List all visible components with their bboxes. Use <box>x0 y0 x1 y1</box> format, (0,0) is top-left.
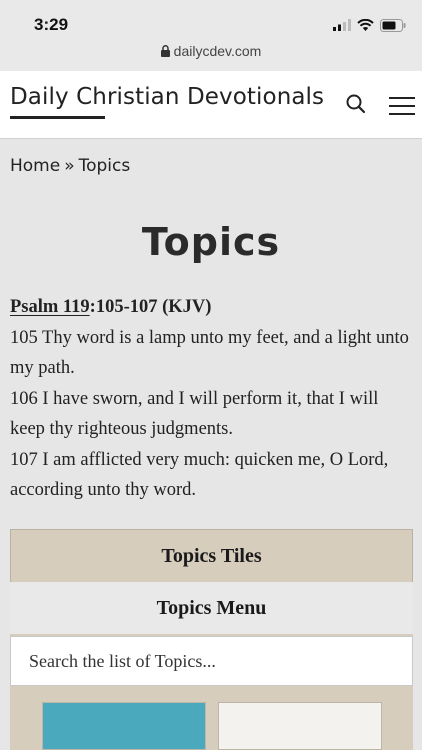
verse-105: 105 Thy word is a lamp unto my feet, and… <box>10 327 409 379</box>
scripture-passage: Psalm 119:105-107 (KJV) 105 Thy word is … <box>10 292 415 506</box>
address-bar[interactable]: dailycdev.com <box>0 43 422 59</box>
breadcrumb-current: Topics <box>78 156 131 176</box>
scripture-reference: Psalm 119:105-107 (KJV) <box>10 292 415 323</box>
psalm-link[interactable]: Psalm 119 <box>10 297 90 317</box>
wifi-icon <box>357 19 374 31</box>
hamburger-menu-icon[interactable] <box>389 96 415 116</box>
site-title-link[interactable]: Daily Christian Devotionals <box>10 84 324 110</box>
breadcrumb-home-link[interactable]: Home <box>10 156 60 176</box>
topic-tile[interactable] <box>42 702 206 750</box>
lock-icon <box>160 45 170 57</box>
search-icon[interactable] <box>345 93 367 115</box>
reference-verses: :105-107 (KJV) <box>89 297 212 317</box>
battery-icon <box>380 18 406 32</box>
breadcrumb-separator: » <box>64 156 75 176</box>
tab-topics-menu[interactable]: Topics Menu <box>10 582 413 634</box>
browser-status-bar: 3:29 dailycdev.com <box>0 0 422 71</box>
verse-107: 107 I am afflicted very much: quicken me… <box>10 449 389 501</box>
status-icons <box>333 18 406 32</box>
title-underline <box>10 116 105 119</box>
breadcrumb: Home» Topics <box>10 156 130 176</box>
topic-tile[interactable] <box>218 702 382 750</box>
verse-106: 106 I have sworn, and I will perform it,… <box>10 388 379 440</box>
page-title: Topics <box>141 220 281 264</box>
url-text: dailycdev.com <box>173 43 262 59</box>
status-time: 3:29 <box>34 15 69 34</box>
cellular-signal-icon <box>333 19 351 31</box>
topics-search-input[interactable]: Search the list of Topics... <box>10 636 413 686</box>
tab-topics-tiles[interactable]: Topics Tiles <box>10 529 413 582</box>
